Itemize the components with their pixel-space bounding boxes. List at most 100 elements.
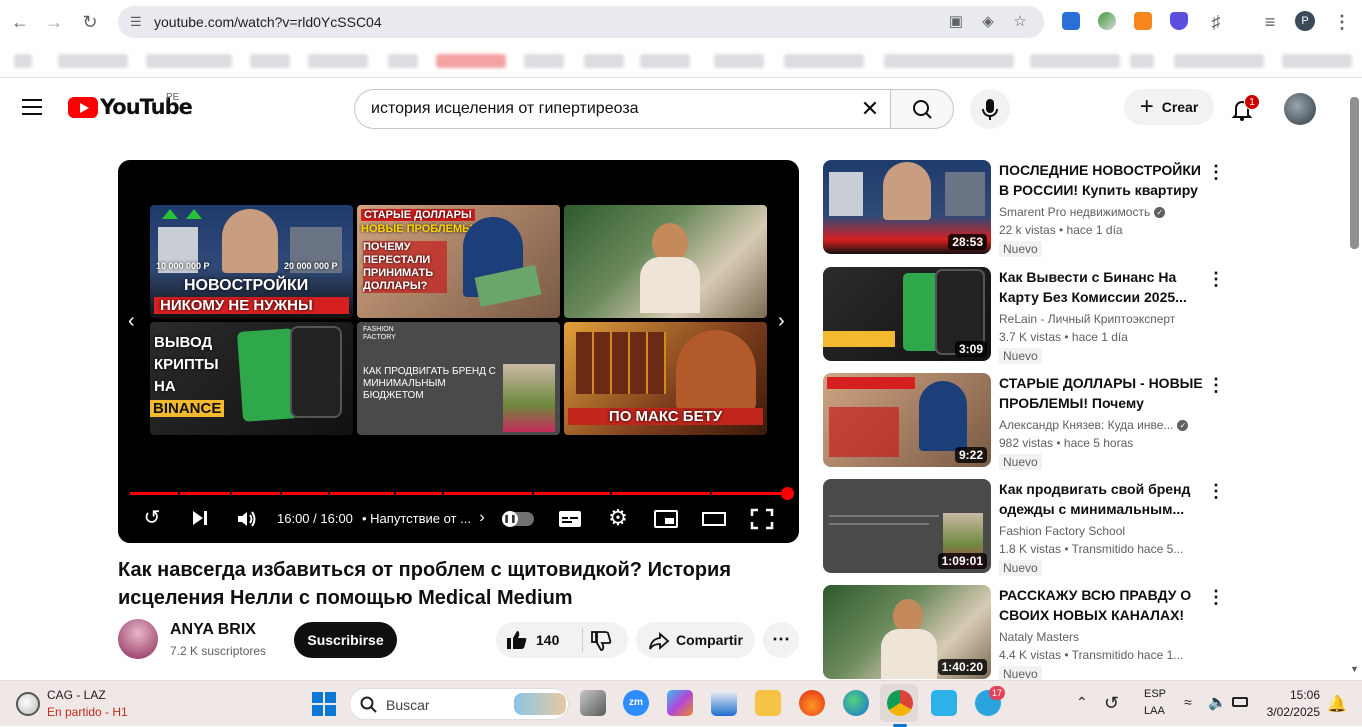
bookmark-item[interactable]	[1030, 54, 1120, 68]
widget-score-title[interactable]: CAG - LAZ	[47, 688, 106, 702]
channel-name[interactable]: ANYA BRIX	[170, 621, 256, 639]
bookmark-item[interactable]	[584, 54, 624, 68]
widget-score-status[interactable]: En partido - H1	[47, 705, 128, 719]
youtube-logo[interactable]: YouTube PE	[68, 92, 193, 119]
fullscreen-icon[interactable]	[750, 506, 774, 536]
scrollbar-thumb[interactable]	[1350, 97, 1359, 249]
more-actions-icon[interactable]: ⋯	[763, 622, 799, 658]
edge-icon[interactable]	[843, 690, 869, 716]
miniplayer-icon[interactable]	[654, 506, 678, 535]
chapter-chevron-icon[interactable]: ›	[474, 506, 490, 530]
notification-bell-icon[interactable]: 🔔	[1327, 694, 1347, 714]
scroll-down-icon[interactable]: ▼	[1350, 664, 1359, 674]
search-button[interactable]	[890, 89, 954, 129]
thumbs-up-icon[interactable]	[506, 630, 528, 650]
battery-icon[interactable]	[1232, 697, 1248, 707]
notepad-icon[interactable]	[931, 690, 957, 716]
microsoft-store-icon[interactable]	[711, 690, 737, 716]
recommended-video[interactable]: 1:09:01 Как продвигать свой бренд одежды…	[823, 479, 1225, 576]
subtitles-icon[interactable]	[558, 506, 582, 535]
kebab-menu-icon[interactable]: ⋮	[1207, 269, 1225, 290]
scrubber-handle[interactable]	[781, 487, 794, 500]
settings-gear-icon[interactable]: ⚙	[606, 506, 630, 530]
bookmark-item[interactable]	[308, 54, 368, 68]
endscreen-video-2[interactable]: СТАРЫЕ ДОЛЛАРЫ НОВЫЕ ПРОБЛЕМЫ ПОЧЕМУ ПЕР…	[357, 205, 560, 318]
task-view-icon[interactable]	[580, 690, 606, 716]
clock-time[interactable]: 15:06	[1264, 688, 1320, 702]
share-button[interactable]: Compartir	[636, 622, 755, 658]
wifi-icon[interactable]: ≈	[1184, 694, 1192, 710]
create-button[interactable]: + Crear	[1124, 89, 1214, 125]
profile-avatar[interactable]: P	[1295, 11, 1315, 31]
bookmark-item[interactable]	[146, 54, 232, 68]
bookmark-item[interactable]	[388, 54, 418, 68]
video-thumbnail[interactable]: 28:53	[823, 160, 991, 254]
kebab-menu-icon[interactable]: ⋮	[1207, 162, 1225, 183]
media-control-icon[interactable]: ≡	[1258, 10, 1282, 34]
soccer-ball-icon[interactable]	[16, 692, 40, 716]
install-app-icon[interactable]: ▣	[946, 12, 966, 32]
recommended-video[interactable]: 9:22 СТАРЫЕ ДОЛЛАРЫ - НОВЫЕ ПРОБЛЕМЫ! По…	[823, 373, 1225, 470]
bookmark-item[interactable]	[14, 54, 32, 68]
recommended-video[interactable]: 1:40:20 РАССКАЖУ ВСЮ ПРАВДУ О СВОИХ НОВЫ…	[823, 585, 1225, 682]
all-bookmarks[interactable]	[1282, 54, 1352, 68]
channel-avatar[interactable]	[118, 619, 158, 659]
subscribe-button[interactable]: Suscribirse	[294, 622, 397, 658]
metamask-icon[interactable]	[1134, 12, 1152, 30]
replay-icon[interactable]: ↺	[140, 506, 164, 530]
recommended-video[interactable]: 28:53 ПОСЛЕДНИЕ НОВОСТРОЙКИ В РОССИИ! Ку…	[823, 160, 1225, 257]
file-explorer-icon[interactable]	[755, 690, 781, 716]
bookmark-item[interactable]	[784, 54, 864, 68]
back-icon[interactable]: ←	[8, 10, 32, 34]
kebab-menu-icon[interactable]: ⋮	[1207, 587, 1225, 608]
progress-bar[interactable]	[130, 487, 794, 500]
translate-icon[interactable]: ◈	[978, 12, 998, 32]
bookmark-item[interactable]	[524, 54, 564, 68]
bookmark-star-icon[interactable]: ☆	[1010, 12, 1030, 32]
forward-icon[interactable]: →	[42, 10, 66, 34]
endscreen-video-1[interactable]: 10 000 000 Р 20 000 000 Р НОВОСТРОЙКИ НИ…	[150, 205, 353, 318]
clock-date[interactable]: 3/02/2025	[1264, 705, 1320, 719]
next-video-icon[interactable]	[188, 506, 212, 534]
shield-extension-icon[interactable]	[1170, 12, 1188, 30]
chrome-icon[interactable]	[887, 690, 913, 716]
bookmark-item[interactable]	[714, 54, 764, 68]
extensions-puzzle-icon[interactable]: ♯	[1204, 10, 1228, 34]
bookmark-item[interactable]	[1130, 54, 1154, 68]
notifications-button[interactable]: 1	[1228, 94, 1260, 123]
chevron-left-icon[interactable]: ‹	[128, 310, 135, 333]
recommended-video[interactable]: 3:09 Как Вывести с Бинанс На Карту Без К…	[823, 267, 1225, 364]
autoplay-toggle[interactable]: ❚❚	[502, 511, 534, 527]
bookmark-item[interactable]	[640, 54, 690, 68]
theater-mode-icon[interactable]	[702, 506, 726, 535]
language-indicator[interactable]: ESP	[1144, 688, 1166, 700]
windows-start-icon[interactable]	[312, 692, 336, 716]
thumbs-down-icon[interactable]	[590, 631, 612, 651]
extension-icon[interactable]	[1098, 12, 1116, 30]
speaker-icon[interactable]: 🔈	[1208, 693, 1227, 711]
endscreen-video-3[interactable]	[564, 205, 767, 318]
video-thumbnail[interactable]: 1:40:20	[823, 585, 991, 679]
browser-menu-icon[interactable]: ⋮	[1330, 10, 1354, 34]
chevron-right-icon[interactable]: ›	[778, 310, 785, 333]
search-input[interactable]: история исцеления от гипертиреоза ✕	[354, 89, 890, 129]
zoom-app-icon[interactable]: zm	[623, 690, 649, 716]
bookmark-item[interactable]	[436, 54, 506, 68]
address-bar[interactable]: ☰ youtube.com/watch?v=rld0YcSSC04 ▣ ◈ ☆	[118, 6, 1044, 38]
video-thumbnail[interactable]: 9:22	[823, 373, 991, 467]
kebab-menu-icon[interactable]: ⋮	[1207, 375, 1225, 396]
endscreen-video-6[interactable]: ПО МАКС БЕТУ	[564, 322, 767, 435]
site-info-icon[interactable]: ☰	[130, 14, 142, 30]
firefox-icon[interactable]	[799, 690, 825, 716]
endscreen-video-5[interactable]: FASHION FACTORY КАК ПРОДВИГАТЬ БРЕНД С М…	[357, 322, 560, 435]
chapter-title[interactable]: • Напутствие от ...	[362, 511, 471, 526]
bookmark-item[interactable]	[250, 54, 290, 68]
bookmark-item[interactable]	[58, 54, 128, 68]
extension-icon[interactable]	[1062, 12, 1080, 30]
volume-icon[interactable]	[234, 506, 258, 536]
keyboard-layout[interactable]: LAA	[1144, 705, 1165, 717]
endscreen-video-4[interactable]: ВЫВОД КРИПТЫ НА КАРТУ BINANCE	[150, 322, 353, 435]
video-player[interactable]: 10 000 000 Р 20 000 000 Р НОВОСТРОЙКИ НИ…	[118, 160, 799, 543]
copilot-icon[interactable]	[667, 690, 693, 716]
menu-icon[interactable]	[22, 99, 42, 115]
